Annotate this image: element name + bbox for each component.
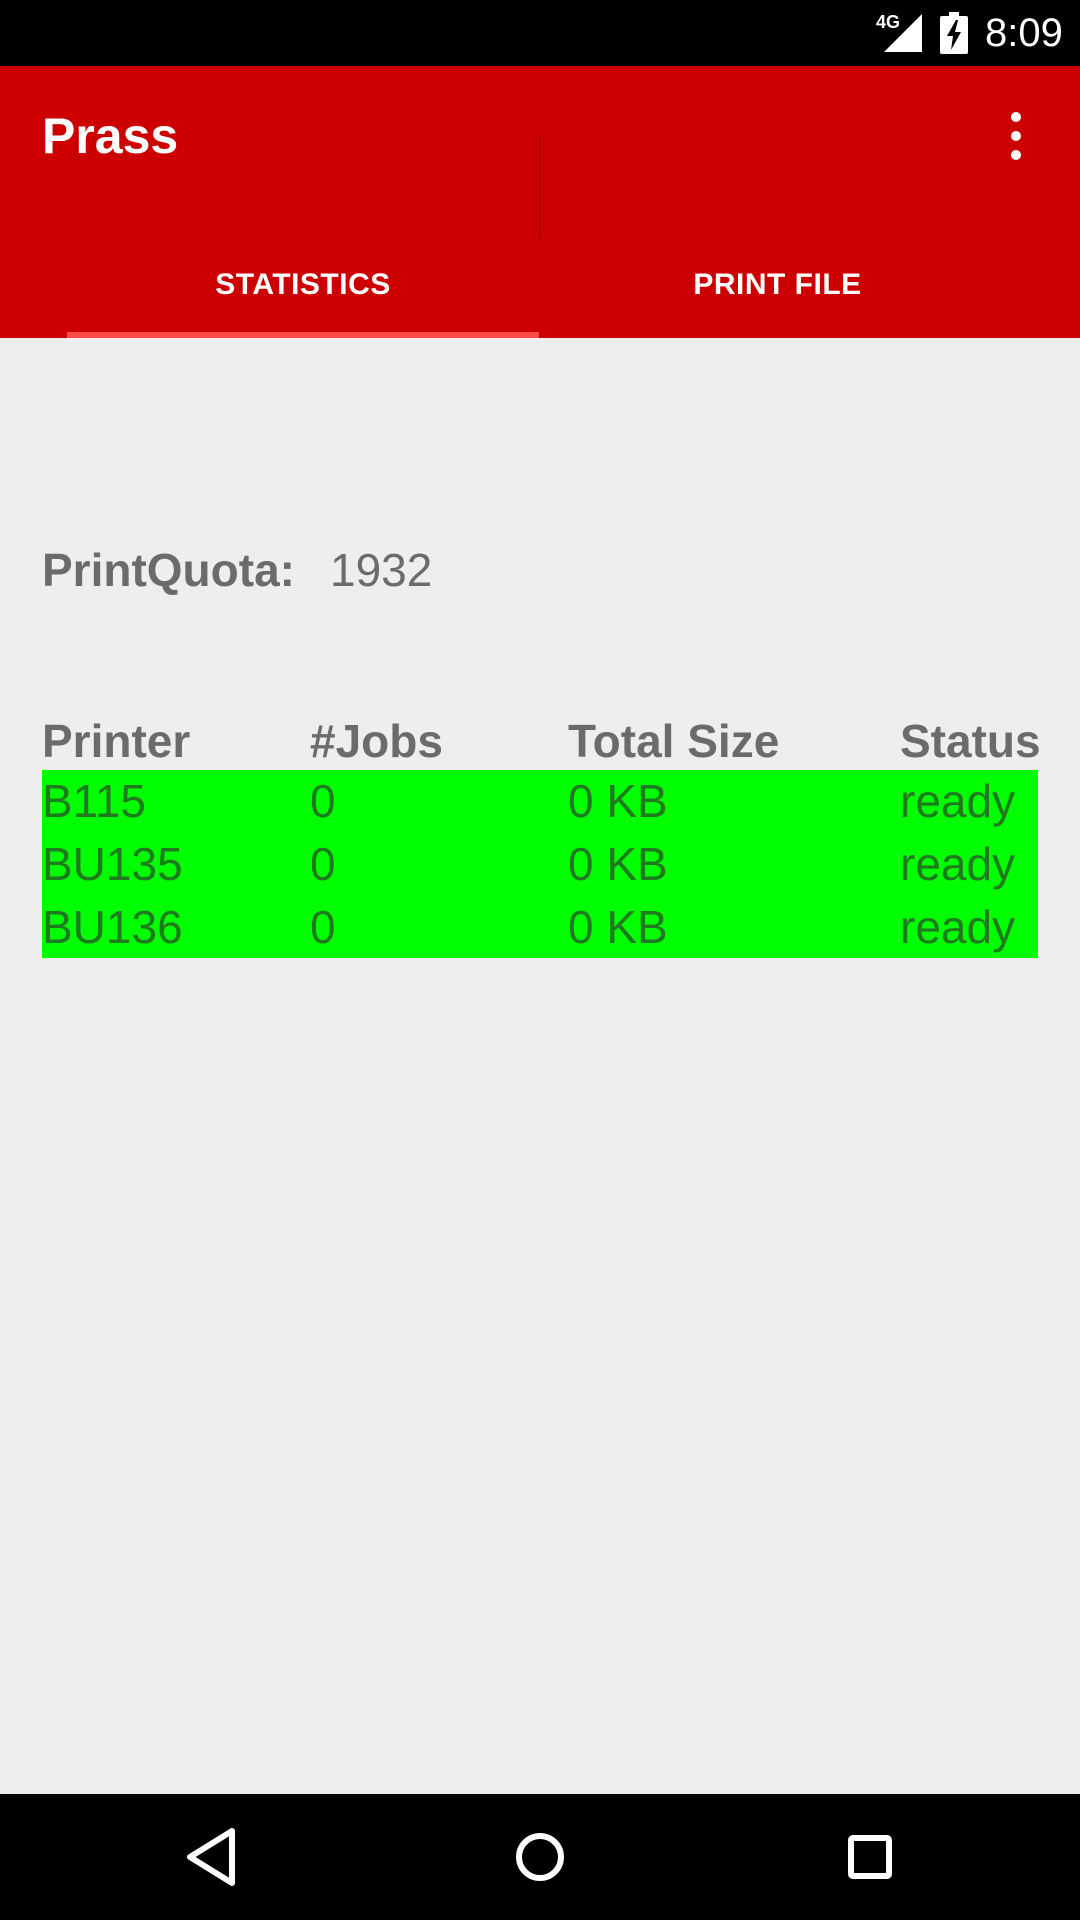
table-row: BU135 0 0 KB ready <box>42 833 1038 896</box>
header-status: Status <box>900 715 1041 767</box>
printer-status: ready <box>900 901 1016 953</box>
recents-icon[interactable] <box>835 1822 905 1892</box>
printer-name: BU135 <box>42 838 183 890</box>
total-size: 0 KB <box>568 838 668 890</box>
table-header: Printer #Jobs Total Size Status <box>42 712 1041 770</box>
app-title: Prass <box>42 108 179 164</box>
status-bar: 4G 8:09 <box>0 0 1080 66</box>
table-row: BU136 0 0 KB ready <box>42 896 1038 959</box>
total-size: 0 KB <box>568 901 668 953</box>
tab-print-file[interactable]: PRINT FILE <box>540 232 1015 338</box>
tab-bar: STATISTICS PRINT FILE <box>0 232 1080 338</box>
navigation-bar <box>0 1794 1080 1920</box>
tab-divider <box>539 134 541 238</box>
printer-table: Printer #Jobs Total Size Status B115 0 0… <box>42 712 1041 958</box>
printer-status: ready <box>900 838 1016 890</box>
more-vert-icon[interactable] <box>990 106 1042 166</box>
table-row: B115 0 0 KB ready <box>42 770 1038 833</box>
job-count: 0 <box>310 901 336 953</box>
job-count: 0 <box>310 838 336 890</box>
menu-dot <box>1011 150 1021 160</box>
table-body: B115 0 0 KB ready BU135 0 0 KB ready BU1… <box>42 770 1038 958</box>
home-icon[interactable] <box>505 1822 575 1892</box>
tab-statistics[interactable]: STATISTICS <box>67 232 539 338</box>
print-quota-label: PrintQuota: <box>42 544 295 596</box>
app-bar: Prass STATISTICS PRINT FILE <box>0 66 1080 338</box>
header-jobs: #Jobs <box>310 715 443 767</box>
print-quota-value: 1932 <box>330 544 433 596</box>
total-size: 0 KB <box>568 775 668 827</box>
printer-name: B115 <box>42 775 147 827</box>
menu-dot <box>1011 131 1021 141</box>
back-icon[interactable] <box>176 1822 246 1892</box>
printer-status: ready <box>900 775 1016 827</box>
tab-indicator <box>67 332 539 338</box>
header-printer: Printer <box>42 715 191 767</box>
job-count: 0 <box>310 775 336 827</box>
header-total-size: Total Size <box>568 715 780 767</box>
printer-name: BU136 <box>42 901 183 953</box>
status-clock: 8:09 <box>985 11 1063 55</box>
signal-icon <box>884 14 922 52</box>
battery-charging-icon <box>940 12 968 54</box>
menu-dot <box>1011 112 1021 122</box>
